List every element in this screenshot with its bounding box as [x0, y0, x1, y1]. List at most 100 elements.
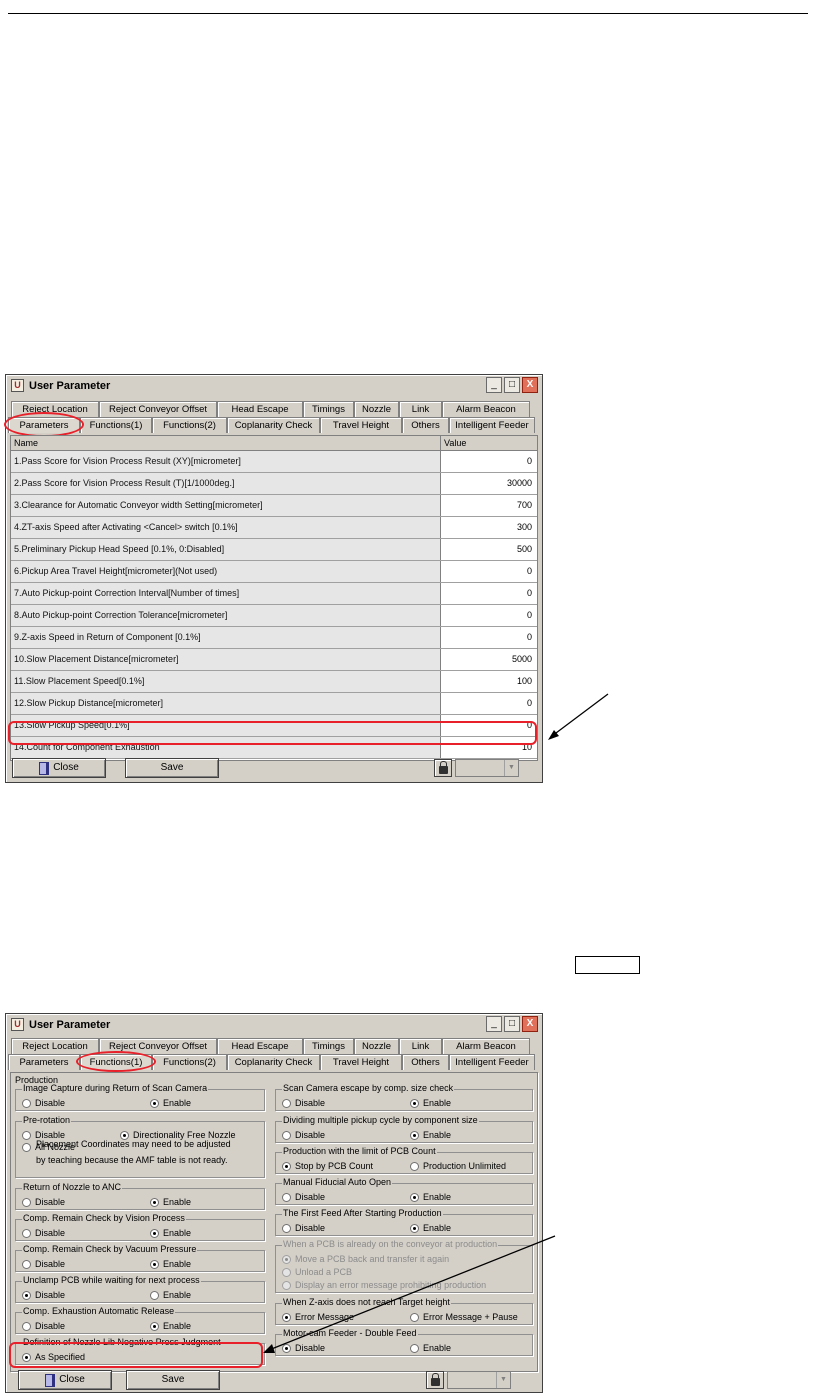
- radio-button[interactable]: [22, 1099, 31, 1108]
- close-button[interactable]: Close: [12, 758, 106, 778]
- table-row[interactable]: 5.Preliminary Pickup Head Speed [0.1%, 0…: [11, 539, 537, 561]
- tab-alarm-beacon[interactable]: Alarm Beacon: [442, 401, 530, 417]
- radio-button[interactable]: [150, 1291, 159, 1300]
- radio-option[interactable]: As Specified: [22, 1352, 85, 1363]
- tab-functions-2[interactable]: Functions(2): [152, 1054, 227, 1070]
- tab-others[interactable]: Others: [402, 1054, 449, 1070]
- radio-option[interactable]: Enable: [150, 1290, 191, 1301]
- radio-button[interactable]: [282, 1193, 291, 1202]
- param-value[interactable]: 30000: [441, 473, 536, 494]
- radio-option[interactable]: Disable: [22, 1098, 65, 1109]
- radio-option[interactable]: Disable: [282, 1192, 325, 1203]
- minimize-button[interactable]: _: [486, 1016, 502, 1032]
- tab-link[interactable]: Link: [399, 401, 442, 417]
- tab-parameters[interactable]: Parameters: [8, 417, 80, 433]
- save-button[interactable]: Save: [126, 1370, 220, 1390]
- radio-option[interactable]: Disable: [22, 1259, 65, 1270]
- tab-functions-1[interactable]: Functions(1): [80, 1054, 152, 1070]
- tab-reject-location[interactable]: Reject Location: [11, 401, 99, 417]
- radio-button[interactable]: [150, 1260, 159, 1269]
- user-level-combo[interactable]: ▼: [447, 1371, 511, 1389]
- param-value[interactable]: 0: [441, 583, 536, 604]
- tab-alarm-beacon[interactable]: Alarm Beacon: [442, 1038, 530, 1054]
- radio-option[interactable]: Disable: [282, 1098, 325, 1109]
- radio-button[interactable]: [282, 1099, 291, 1108]
- param-value[interactable]: 300: [441, 517, 536, 538]
- table-row[interactable]: 1.Pass Score for Vision Process Result (…: [11, 451, 537, 473]
- table-row[interactable]: 6.Pickup Area Travel Height[micrometer](…: [11, 561, 537, 583]
- radio-option[interactable]: Enable: [150, 1259, 191, 1270]
- param-value[interactable]: 5000: [441, 649, 536, 670]
- title-bar[interactable]: U User Parameter _ □ X: [7, 1015, 541, 1034]
- radio-option[interactable]: Enable: [150, 1197, 191, 1208]
- table-row[interactable]: 14.Count for Component Exhaustion 10: [11, 737, 537, 759]
- radio-option[interactable]: Disable: [22, 1197, 65, 1208]
- radio-button[interactable]: [150, 1229, 159, 1238]
- radio-button[interactable]: [150, 1322, 159, 1331]
- tab-nozzle[interactable]: Nozzle: [354, 401, 399, 417]
- radio-option[interactable]: Enable: [150, 1098, 191, 1109]
- tab-timings[interactable]: Timings: [303, 401, 354, 417]
- tab-timings[interactable]: Timings: [303, 1038, 354, 1054]
- param-value[interactable]: 0: [441, 627, 536, 648]
- table-row[interactable]: 13.Slow Pickup Speed[0.1%] 0: [11, 715, 537, 737]
- user-level-combo[interactable]: ▼: [455, 759, 519, 777]
- table-row[interactable]: 10.Slow Placement Distance[micrometer] 50…: [11, 649, 537, 671]
- radio-button[interactable]: [22, 1291, 31, 1300]
- radio-option[interactable]: Disable: [22, 1290, 65, 1301]
- lock-button[interactable]: [434, 759, 452, 777]
- tab-coplanarity-check[interactable]: Coplanarity Check: [227, 1054, 320, 1070]
- maximize-button[interactable]: □: [504, 1016, 520, 1032]
- radio-option[interactable]: Stop by PCB Count: [282, 1161, 373, 1172]
- radio-option[interactable]: Disable: [22, 1321, 65, 1332]
- radio-button[interactable]: [410, 1193, 419, 1202]
- tab-reject-location[interactable]: Reject Location: [11, 1038, 99, 1054]
- close-window-button[interactable]: X: [522, 1016, 538, 1032]
- maximize-button[interactable]: □: [504, 377, 520, 393]
- radio-button[interactable]: [22, 1131, 31, 1140]
- table-row[interactable]: 4.ZT-axis Speed after Activating <Cancel…: [11, 517, 537, 539]
- lock-button[interactable]: [426, 1371, 444, 1389]
- radio-button[interactable]: [410, 1099, 419, 1108]
- tab-intelligent-feeder[interactable]: Intelligent Feeder: [449, 417, 535, 433]
- radio-button[interactable]: [410, 1162, 419, 1171]
- close-button[interactable]: Close: [18, 1370, 112, 1390]
- radio-option[interactable]: Disable: [282, 1130, 325, 1141]
- tab-nozzle[interactable]: Nozzle: [354, 1038, 399, 1054]
- param-value[interactable]: 0: [441, 561, 536, 582]
- param-value[interactable]: 0: [441, 715, 536, 736]
- radio-button[interactable]: [150, 1099, 159, 1108]
- radio-option[interactable]: Disable: [22, 1228, 65, 1239]
- tab-travel-height[interactable]: Travel Height: [320, 1054, 402, 1070]
- tab-travel-height[interactable]: Travel Height: [320, 417, 402, 433]
- radio-button[interactable]: [22, 1229, 31, 1238]
- tab-reject-conveyor-offset[interactable]: Reject Conveyor Offset: [99, 1038, 217, 1054]
- radio-button[interactable]: [22, 1260, 31, 1269]
- param-value[interactable]: 0: [441, 693, 536, 714]
- tab-others[interactable]: Others: [402, 417, 449, 433]
- tab-head-escape[interactable]: Head Escape: [217, 1038, 303, 1054]
- radio-button[interactable]: [22, 1198, 31, 1207]
- close-window-button[interactable]: X: [522, 377, 538, 393]
- radio-button[interactable]: [410, 1131, 419, 1140]
- radio-button[interactable]: [282, 1131, 291, 1140]
- table-row[interactable]: 8.Auto Pickup-point Correction Tolerance…: [11, 605, 537, 627]
- radio-option[interactable]: Enable: [150, 1228, 191, 1239]
- radio-option[interactable]: Enable: [410, 1130, 451, 1141]
- radio-button[interactable]: [150, 1198, 159, 1207]
- tab-link[interactable]: Link: [399, 1038, 442, 1054]
- table-row[interactable]: 2.Pass Score for Vision Process Result (…: [11, 473, 537, 495]
- radio-button[interactable]: [22, 1353, 31, 1362]
- radio-button[interactable]: [282, 1162, 291, 1171]
- table-row[interactable]: 7.Auto Pickup-point Correction Interval[…: [11, 583, 537, 605]
- param-value[interactable]: 700: [441, 495, 536, 516]
- param-value[interactable]: 0: [441, 605, 536, 626]
- minimize-button[interactable]: _: [486, 377, 502, 393]
- table-row[interactable]: 12.Slow Pickup Distance[micrometer] 0: [11, 693, 537, 715]
- param-value[interactable]: 0: [441, 451, 536, 472]
- radio-button[interactable]: [22, 1322, 31, 1331]
- radio-option[interactable]: Enable: [150, 1321, 191, 1332]
- save-button[interactable]: Save: [125, 758, 219, 778]
- tab-functions-1[interactable]: Functions(1): [80, 417, 152, 433]
- tab-reject-conveyor-offset[interactable]: Reject Conveyor Offset: [99, 401, 217, 417]
